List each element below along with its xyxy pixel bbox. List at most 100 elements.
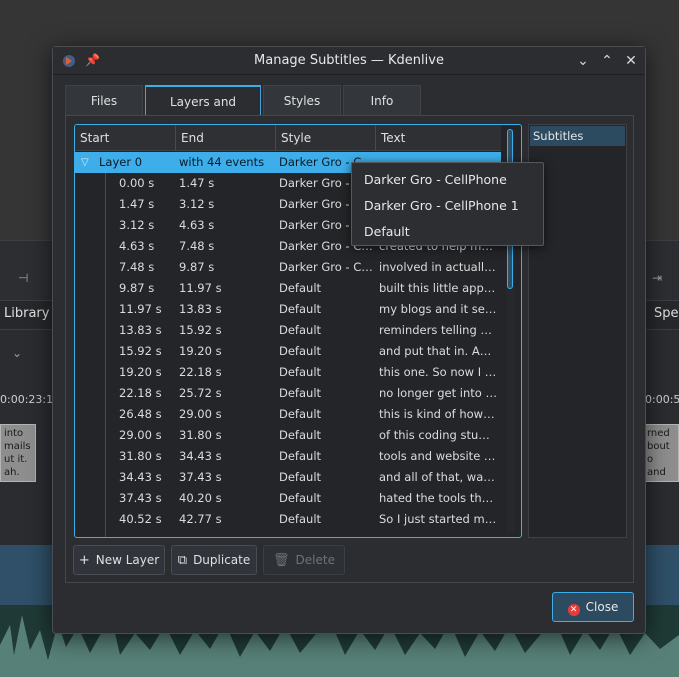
cell-end: 11.97 s [179, 281, 222, 295]
cell-start: 13.83 s [119, 323, 162, 337]
cell-text: and all of that, was t... [379, 470, 497, 484]
cell-style: Default [279, 281, 322, 295]
cell-end: 13.83 s [179, 302, 222, 316]
cell-text: and put that in. And ... [379, 344, 497, 358]
cell-style: Darker Gro - CellPhone [279, 260, 373, 274]
cell-style: Default [279, 470, 322, 484]
tab-info[interactable]: Info [343, 85, 421, 115]
cell-start: 29.00 s [119, 428, 162, 442]
cell-start: 4.63 s [119, 239, 155, 253]
cell-start: 3.12 s [119, 218, 155, 232]
duplicate-label: Duplicate [193, 553, 251, 567]
cell-end: 40.20 s [179, 491, 222, 505]
duplicate-button[interactable]: ⧉ Duplicate [171, 545, 257, 575]
cell-start: 0.00 s [119, 176, 155, 190]
table-row[interactable]: 9.87 s 11.97 s Default built this little ap… [75, 278, 501, 299]
dropdown-option-default[interactable]: Default [352, 219, 543, 245]
new-layer-button[interactable]: + New Layer [73, 545, 165, 575]
cell-style: Default [279, 512, 322, 526]
cell-start: 19.20 s [119, 365, 162, 379]
cell-end: 25.72 s [179, 386, 222, 400]
header-text[interactable]: Text [376, 125, 501, 151]
cell-text: my blogs and it send... [379, 302, 497, 316]
table-row[interactable]: 19.20 s 22.18 s Default this one. So now I … [75, 362, 501, 383]
dropdown-option-cellphone-1[interactable]: Darker Gro - CellPhone 1 [352, 193, 543, 219]
cell-style: Default [279, 386, 322, 400]
close-button[interactable]: ✕ Close [552, 592, 634, 622]
close-label: Close [585, 600, 619, 614]
table-row[interactable]: 29.00 s 31.80 s Default of this coding stuf… [75, 425, 501, 446]
tab-layers-and-content[interactable]: Layers and Content [145, 85, 261, 139]
copy-icon: ⧉ [177, 553, 188, 568]
table-row[interactable]: 34.43 s 37.43 s Default and all of that, wa… [75, 467, 501, 488]
split-icon: ⊣ [18, 271, 29, 285]
dropdown-option-cellphone[interactable]: Darker Gro - CellPhone [352, 167, 543, 193]
cell-text: this one. So now I ca... [379, 365, 497, 379]
library-tab[interactable]: Library [4, 306, 49, 321]
cell-start: 26.48 s [119, 407, 162, 421]
table-row[interactable]: 26.48 s 29.00 s Default this is kind of how… [75, 404, 501, 425]
header-end[interactable]: End [176, 125, 276, 151]
table-row[interactable]: 22.18 s 25.72 s Default no longer get into … [75, 383, 501, 404]
cell-style: Default [279, 302, 322, 316]
cell-text: of this coding stuff a... [379, 428, 497, 442]
dialog-tabs: Files Layers and Content Styles Info [65, 85, 633, 139]
minimize-chevron-down-icon[interactable]: ⌄ [573, 51, 593, 71]
cell-style: Default [279, 365, 322, 379]
timecode-right: 0:00:58 [645, 393, 679, 406]
layer-events: with 44 events [179, 155, 265, 169]
cell-style: Default [279, 491, 322, 505]
tab-styles[interactable]: Styles [263, 85, 341, 115]
table-row[interactable]: 40.52 s 42.77 s Default So I just started m… [75, 509, 501, 530]
header-start[interactable]: Start [75, 125, 176, 151]
cell-start: 7.48 s [119, 260, 155, 274]
side-item-subtitles[interactable]: Subtitles [530, 126, 625, 146]
cell-end: 37.43 s [179, 470, 222, 484]
delete-button[interactable]: 🗑 Delete [263, 545, 345, 575]
delete-label: Delete [295, 553, 335, 567]
cell-start: 15.92 s [119, 344, 162, 358]
timeline-clip-left[interactable]: into mails ut it. ah. [0, 424, 36, 482]
manage-subtitles-dialog: 📌 Manage Subtitles — Kdenlive ⌄ ⌃ ✕ File… [52, 46, 646, 634]
table-row[interactable]: 31.80 s 34.43 s Default tools and website b… [75, 446, 501, 467]
maximize-chevron-up-icon[interactable]: ⌃ [597, 51, 617, 71]
table-row[interactable]: 37.43 s 40.20 s Default hated the tools tha… [75, 488, 501, 509]
close-window-icon[interactable]: ✕ [621, 51, 641, 71]
cell-start: 40.52 s [119, 512, 162, 526]
layers-content-panel: Start End Style Text ▽ Layer 0 with 44 e… [65, 115, 634, 583]
right-panel-tab[interactable]: Spe [654, 306, 679, 321]
cell-style: Default [279, 407, 322, 421]
cell-style: Default [279, 344, 322, 358]
table-header: Start End Style Text [75, 125, 501, 151]
cell-end: 1.47 s [179, 176, 215, 190]
cell-end: 31.80 s [179, 428, 222, 442]
cell-start: 11.97 s [119, 302, 162, 316]
header-style[interactable]: Style [276, 125, 376, 151]
cell-text: this is kind of how I ... [379, 407, 497, 421]
tab-files[interactable]: Files [65, 85, 143, 115]
table-row[interactable]: 15.92 s 19.20 s Default and put that in. An… [75, 341, 501, 362]
cell-text: So I just started mak... [379, 512, 497, 526]
table-row[interactable]: 13.83 s 15.92 s Default reminders telling m… [75, 320, 501, 341]
cell-end: 22.18 s [179, 365, 222, 379]
cell-end: 4.63 s [179, 218, 215, 232]
chevron-down-icon[interactable]: ⌄ [12, 346, 22, 360]
style-dropdown-popup: Darker Gro - CellPhone Darker Gro - Cell… [351, 162, 544, 246]
chevron-down-icon[interactable]: ▽ [81, 152, 89, 173]
cell-start: 34.43 s [119, 470, 162, 484]
table-row[interactable]: 7.48 s 9.87 s Darker Gro - CellPhone involv… [75, 257, 501, 278]
cell-start: 1.47 s [119, 197, 155, 211]
arrow-end-icon: ⇥ [652, 271, 663, 285]
window-title: Manage Subtitles — Kdenlive [254, 53, 444, 68]
cell-start: 9.87 s [119, 281, 155, 295]
title-bar[interactable]: 📌 Manage Subtitles — Kdenlive ⌄ ⌃ ✕ [53, 47, 645, 75]
cell-end: 9.87 s [179, 260, 215, 274]
table-row[interactable]: 11.97 s 13.83 s Default my blogs and it sen… [75, 299, 501, 320]
plus-icon: + [78, 553, 90, 568]
timeline-clip-right[interactable]: rned bout o and en I [643, 424, 679, 482]
cell-style: Default [279, 323, 322, 337]
cell-text: tools and website bu... [379, 449, 497, 463]
cell-start: 22.18 s [119, 386, 162, 400]
cell-end: 3.12 s [179, 197, 215, 211]
cell-end: 29.00 s [179, 407, 222, 421]
